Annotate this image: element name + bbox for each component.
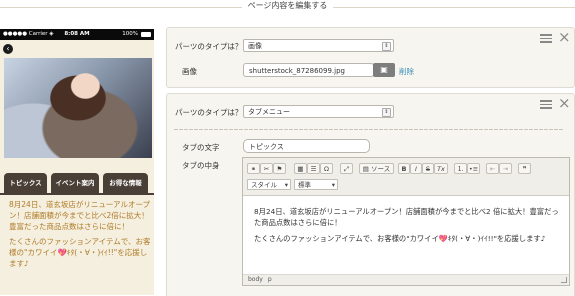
- tab-content-label: タブの中身: [182, 161, 220, 170]
- chevron-down-icon: ▾: [284, 181, 288, 189]
- path-p[interactable]: p: [268, 276, 272, 283]
- tab-text-field[interactable]: トピックス: [243, 139, 370, 153]
- outdent-icon[interactable]: ⇤: [486, 163, 499, 174]
- image-filename-field[interactable]: shutterstock_87286099.jpg: [243, 63, 374, 77]
- italic-button[interactable]: I: [410, 163, 422, 174]
- divider: [174, 129, 562, 130]
- part-type-select[interactable]: タブメニュー ⇕: [243, 105, 394, 118]
- rich-text-editor: ⚭ ✂ ⚑ ▦ ☰ Ω ⤢ ▤ ソース B I S Tx ⒈ •≡ ⇤ ⇥ ❞ …: [242, 157, 570, 286]
- menu-icon[interactable]: [540, 34, 552, 43]
- indent-icon[interactable]: ⇥: [499, 163, 512, 174]
- part-type-label: パーツのタイプは？: [175, 108, 243, 117]
- status-bar: ●●●●● Carrier ◈ 8:08 AM 100%: [0, 29, 154, 40]
- source-button[interactable]: ▤ ソース: [359, 163, 394, 174]
- tab-underline: [0, 193, 154, 195]
- editor-paragraph[interactable]: たくさんのファッションアイテムで、お客様の"カワイイ💖ｷﾀ(・∀・)ｲｲ!!"を…: [254, 233, 560, 244]
- part-panel-image: パーツのタイプは？ 画像 ⇕ × 画像 shutterstock_8728609…: [166, 27, 575, 88]
- path-body[interactable]: body: [248, 276, 263, 283]
- clear-format-button[interactable]: Tx: [434, 163, 448, 174]
- bulleted-list-icon[interactable]: •≡: [467, 163, 480, 174]
- hr-icon[interactable]: ☰: [307, 163, 320, 174]
- part-type-label: パーツのタイプは？: [175, 42, 243, 51]
- close-icon[interactable]: ×: [558, 96, 571, 111]
- phone-preview: ●●●●● Carrier ◈ 8:08 AM 100% ‹ トピックス イベン…: [0, 29, 154, 295]
- strike-button[interactable]: S: [422, 163, 434, 174]
- select-arrows-icon: ⇕: [382, 108, 391, 117]
- close-icon[interactable]: ×: [558, 30, 571, 45]
- resize-handle-icon[interactable]: [561, 277, 567, 283]
- style-dropdown-label: スタイル: [251, 181, 277, 189]
- page-title: ページ内容を編集する: [241, 1, 334, 10]
- preview-tab-events[interactable]: イベント案内: [51, 173, 99, 193]
- element-path-bar: body p: [243, 274, 569, 285]
- bold-button[interactable]: B: [398, 163, 410, 174]
- blockquote-icon[interactable]: ❞: [518, 163, 531, 174]
- image-label: 画像: [182, 67, 197, 76]
- preview-tab-topics[interactable]: トピックス: [4, 173, 47, 193]
- preview-photo: [4, 58, 152, 158]
- format-dropdown[interactable]: 標準 ▾: [294, 179, 338, 190]
- page-header: ページ内容を編集する: [0, 0, 575, 14]
- unlink-icon[interactable]: ✂: [260, 163, 273, 174]
- link-icon[interactable]: ⚭: [247, 163, 260, 174]
- source-icon: ▤: [362, 165, 369, 173]
- numbered-list-icon[interactable]: ⒈: [454, 163, 467, 174]
- source-label: ソース: [371, 165, 391, 173]
- editor-toolbar: ⚭ ✂ ⚑ ▦ ☰ Ω ⤢ ▤ ソース B I S Tx ⒈ •≡ ⇤ ⇥ ❞ …: [243, 158, 569, 196]
- preview-tab-deals[interactable]: お得な情報: [103, 173, 148, 193]
- table-icon[interactable]: ▦: [294, 163, 307, 174]
- style-dropdown[interactable]: スタイル ▾: [247, 179, 291, 190]
- chevron-down-icon: ▾: [331, 181, 335, 189]
- special-char-icon[interactable]: Ω: [320, 163, 333, 174]
- part-type-value: 画像: [248, 42, 262, 50]
- flag-icon[interactable]: ⚑: [273, 163, 286, 174]
- preview-paragraph: 8月24日、道玄坂店がリニューアルオープン！店舗面積が今までと比べ2倍に拡大！豊…: [9, 200, 150, 231]
- part-type-value: タブメニュー: [248, 108, 290, 116]
- image-icon: ▣: [380, 65, 388, 74]
- format-dropdown-label: 標準: [298, 181, 311, 189]
- tab-text-label: タブの文字: [182, 143, 220, 152]
- delete-link[interactable]: 削除: [399, 66, 414, 77]
- battery-icon: [141, 32, 151, 37]
- menu-icon[interactable]: [540, 100, 552, 109]
- maximize-icon[interactable]: ⤢: [340, 163, 353, 174]
- editor-paragraph[interactable]: 8月24日、道玄坂店がリニューアルオープン！店舗面積が今までと比べ2 倍に拡大！…: [254, 206, 560, 228]
- preview-paragraph: たくさんのファッションアイテムで、お客様の"カワイイ💖ｷﾀ(・∀・)ｲｲ!!"を…: [9, 237, 151, 268]
- part-type-select[interactable]: 画像 ⇕: [243, 39, 394, 52]
- select-arrows-icon: ⇕: [382, 42, 391, 51]
- battery-label: 100%: [122, 31, 138, 37]
- image-picker-button[interactable]: ▣: [373, 63, 395, 77]
- back-button[interactable]: ‹: [3, 44, 13, 54]
